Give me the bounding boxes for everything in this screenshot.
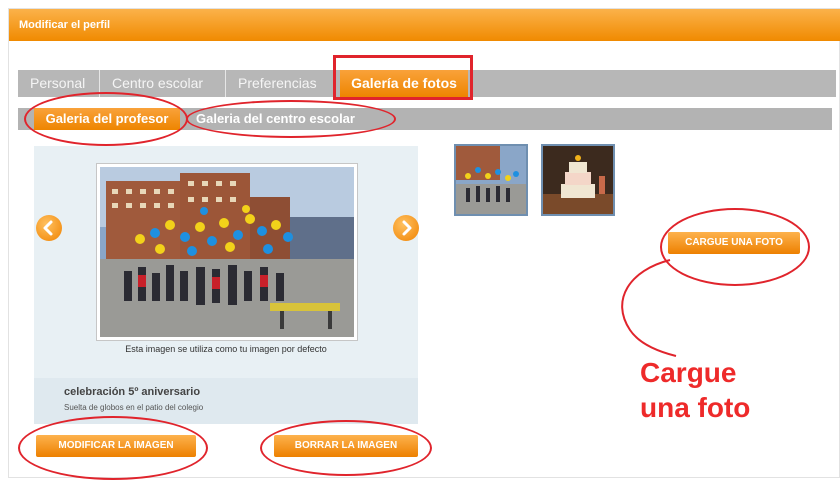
modify-image-button[interactable]: MODIFICAR LA IMAGEN (36, 435, 196, 457)
annotation-arrow (621, 259, 677, 357)
default-image-caption: Esta imagen se utiliza como tu imagen po… (125, 344, 327, 354)
tab-preferencias[interactable]: Preferencias (238, 70, 334, 97)
image-description: Suelta de globos en el patio del colegio (64, 403, 204, 412)
thumbnail-balloons[interactable] (454, 144, 528, 216)
callout-line-2: una foto (640, 392, 751, 423)
image-info-area (34, 378, 418, 424)
tab-galeria-de-fotos[interactable]: Galería de fotos (340, 70, 468, 97)
photo-celebration-image (100, 167, 354, 337)
panel-title: Modificar el perfil (19, 19, 111, 31)
panel-header: Modificar el perfil (9, 9, 840, 41)
thumbnail-cake[interactable] (541, 144, 615, 216)
tab-personal[interactable]: Personal (30, 70, 100, 97)
subtab-galeria-centro[interactable]: Galeria del centro escolar (196, 108, 382, 130)
subtab-galeria-profesor[interactable]: Galeria del profesor (34, 108, 180, 130)
image-title: celebración 5º aniversario (64, 386, 201, 398)
delete-image-button[interactable]: BORRAR LA IMAGEN (274, 435, 418, 457)
arrow-right-icon[interactable] (393, 215, 419, 241)
main-photo (96, 163, 358, 341)
arrow-left-icon[interactable] (36, 215, 62, 241)
tab-centro-escolar[interactable]: Centro escolar (112, 70, 226, 97)
